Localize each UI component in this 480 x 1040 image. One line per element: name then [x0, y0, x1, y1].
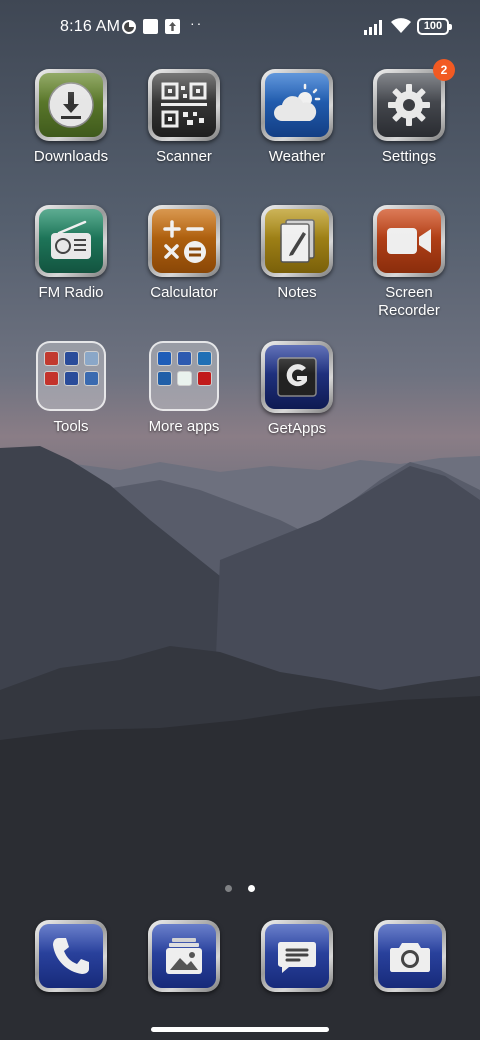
app-scanner[interactable]: Scanner — [129, 69, 239, 166]
battery-icon: 100 — [417, 18, 452, 35]
video-camera-icon — [387, 228, 431, 254]
scanner-tile — [148, 69, 220, 141]
facebook-mini-icon — [176, 351, 192, 366]
app-weather[interactable]: Weather — [242, 69, 352, 166]
netflix-mini-icon — [196, 371, 212, 386]
infinity-mini-icon — [63, 351, 79, 366]
status-bar: 8:16 AM ·· 100 — [0, 0, 480, 56]
tools-folder-icon — [36, 341, 106, 411]
app-calculator[interactable]: Calculator — [129, 205, 239, 302]
settings-tile: 2 — [373, 59, 455, 141]
dock-camera[interactable] — [374, 920, 446, 992]
notes-icon — [280, 219, 315, 263]
camera-icon — [390, 943, 430, 972]
signal-icon — [364, 20, 382, 35]
gear-icon — [388, 84, 430, 126]
radio-icon — [51, 220, 91, 259]
home-indicator[interactable] — [151, 1027, 329, 1032]
app-label: GetApps — [267, 420, 327, 437]
app-label: Screen Recorder — [378, 284, 440, 319]
clock-mini-icon — [83, 351, 99, 366]
getapps-g-icon — [277, 357, 317, 397]
linkedin-mini-icon — [156, 371, 172, 386]
cloud-sun-icon — [274, 83, 321, 121]
app-fm-radio[interactable]: FM Radio — [16, 205, 126, 302]
page-indicator — [0, 879, 480, 897]
dock-messages[interactable] — [261, 920, 333, 992]
prime-video-mini-icon — [196, 351, 212, 366]
app-label: Scanner — [156, 148, 212, 165]
app-label: FM Radio — [38, 284, 104, 301]
cart-mini-icon — [156, 351, 172, 366]
app-downloads[interactable]: Downloads — [16, 69, 126, 166]
notification-badge: 2 — [433, 59, 455, 81]
battery-level: 100 — [423, 20, 443, 32]
app-screen-recorder[interactable]: Screen Recorder — [354, 205, 464, 320]
app-settings[interactable]: 2 Settings — [354, 59, 464, 166]
mi-credit-mini-icon — [176, 371, 192, 386]
compass-mini-icon — [43, 371, 59, 386]
app-getapps[interactable]: GetApps — [242, 341, 352, 438]
more-apps-folder-icon — [149, 341, 219, 411]
app-label: Calculator — [150, 284, 218, 301]
weather-tile — [261, 69, 333, 141]
dock-gallery[interactable] — [148, 920, 220, 992]
calculator-tile — [148, 205, 220, 277]
app-label: Downloads — [33, 148, 109, 165]
messages-icon — [278, 942, 316, 973]
app-label: Settings — [381, 148, 437, 165]
notes-tile — [261, 205, 333, 277]
downloads-tile — [35, 69, 107, 141]
app-label: Notes — [277, 284, 317, 301]
fm-radio-tile — [35, 205, 107, 277]
screen-recorder-tile — [373, 205, 445, 277]
globe-mini-icon — [83, 371, 99, 386]
dock-phone[interactable] — [35, 920, 107, 992]
page-dot-2-active[interactable] — [248, 885, 256, 892]
grid-mini-icon — [63, 371, 79, 386]
more-dots-icon: ·· — [190, 15, 204, 31]
app-label: Weather — [268, 148, 326, 165]
getapps-tile — [261, 341, 333, 413]
download-icon — [48, 82, 94, 128]
app-notes[interactable]: Notes — [242, 205, 352, 302]
phone-icon — [53, 938, 89, 974]
folder-more-apps[interactable]: More apps — [129, 341, 239, 436]
qr-code-icon — [161, 82, 207, 128]
app-label: More apps — [148, 418, 220, 435]
status-time: 8:16 AM — [60, 18, 121, 35]
app-label: Tools — [53, 418, 89, 435]
notification-app-icon — [122, 20, 136, 34]
calculator-icon — [163, 220, 206, 263]
folder-tools[interactable]: Tools — [16, 341, 126, 436]
notification-upload-icon — [165, 19, 180, 34]
notification-square-icon — [143, 19, 158, 34]
voice-recorder-mini-icon — [43, 351, 59, 366]
gallery-icon — [166, 938, 202, 974]
wifi-icon — [391, 18, 411, 33]
page-dot-1[interactable] — [224, 885, 232, 892]
